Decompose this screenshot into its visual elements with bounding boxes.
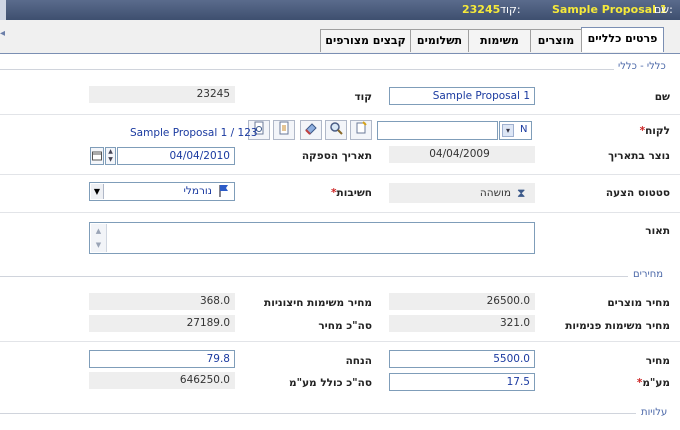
row-separator: [0, 114, 680, 115]
description-textarea[interactable]: ▲ ▼: [89, 222, 535, 254]
textarea-scrollbar[interactable]: ▲ ▼: [91, 224, 107, 252]
status-label: סטטוס הצעה: [605, 187, 670, 199]
tab-attachments[interactable]: קבצים מצורפים: [320, 29, 411, 52]
importance-label-text: חשיבות: [336, 187, 372, 199]
section-divider: [0, 69, 614, 70]
tab-label: פרטים כלליים: [587, 32, 658, 45]
importance-select[interactable]: ▼ נורמלי: [89, 182, 235, 201]
created-value: 04/04/2009: [389, 146, 535, 163]
customer-input[interactable]: [377, 121, 498, 140]
vat-label-text: מע"מ: [642, 377, 670, 389]
customer-combo-text: N: [520, 124, 528, 135]
chevron-down-icon[interactable]: ▾: [502, 124, 514, 137]
price-field[interactable]: 5500.0: [389, 350, 535, 368]
hourglass-icon: ⧗: [517, 186, 526, 200]
total-vat-value: 646250.0: [89, 372, 235, 389]
code-label: קוד: [354, 91, 372, 103]
tab-label: משימות: [480, 34, 519, 47]
tab-products[interactable]: מוצרים: [530, 29, 582, 52]
header-code-value: 23245: [462, 3, 501, 16]
eraser-icon[interactable]: [300, 120, 322, 140]
section-title-general: כללי - כללי: [618, 61, 666, 72]
tab-scroll-icon[interactable]: ◂: [0, 28, 5, 40]
title-bar-edge: [0, 0, 6, 20]
header-code-label: קוד:: [500, 3, 521, 16]
calendar-icon[interactable]: [90, 147, 104, 165]
created-label: נוצר בתאריך: [608, 150, 670, 162]
tab-payments[interactable]: תשלומים: [410, 29, 469, 52]
importance-label: *חשיבות: [300, 187, 372, 199]
external-tasks-label: מחיר משימות חיצוניות: [264, 297, 372, 309]
chevron-down-icon[interactable]: ▼: [91, 184, 104, 199]
description-label: תאור: [645, 225, 670, 237]
importance-value: נורמלי: [183, 185, 212, 197]
total-vat-label: סה"כ כולל מע"מ: [289, 377, 372, 389]
supply-date-field[interactable]: 04/04/2010: [117, 147, 235, 165]
discount-field[interactable]: 79.8: [89, 350, 235, 368]
row-separator: [0, 212, 680, 213]
vat-label: *מע"מ: [600, 377, 670, 389]
date-spinner[interactable]: ▲ ▼: [105, 147, 116, 165]
price-label: מחיר: [645, 355, 670, 367]
row-separator: [0, 341, 680, 342]
flag-icon: [218, 184, 230, 201]
discount-label: הנחה: [345, 355, 372, 367]
internal-tasks-label: מחיר משימות פנימיות: [565, 320, 670, 332]
section-title-prices: מחירים: [633, 269, 664, 280]
customer-link[interactable]: Sample Proposal 1 / 123: [130, 127, 258, 139]
customer-combo[interactable]: ▾ N: [499, 121, 532, 140]
customer-toolbar: [246, 120, 374, 142]
vat-field[interactable]: 17.5: [389, 373, 535, 391]
tab-label: מוצרים: [537, 34, 575, 47]
status-value: מושהה: [389, 183, 535, 203]
row-separator: [0, 174, 680, 175]
products-price-label: מחיר מוצרים: [607, 297, 670, 309]
products-price-value: 26500.0: [389, 293, 535, 310]
customer-label-text: לקוח: [645, 125, 670, 137]
name-label: שם: [654, 91, 670, 103]
internal-tasks-value: 321.0: [389, 315, 535, 332]
total-price-label: סה"כ מחיר: [318, 320, 372, 332]
external-tasks-value: 368.0: [89, 293, 235, 310]
tab-general-details[interactable]: פרטים כלליים: [581, 27, 664, 52]
search-icon[interactable]: [325, 120, 347, 140]
supply-date-label: תאריך הספקה: [301, 150, 372, 162]
section-title-costs: עלויות: [641, 407, 668, 418]
tab-label: קבצים מצורפים: [325, 34, 406, 47]
customer-label: *לקוח: [600, 125, 670, 137]
header-name-value: Sample Proposal 1: [552, 3, 668, 16]
section-divider: [0, 276, 628, 277]
document-icon[interactable]: [273, 120, 295, 140]
section-divider: [0, 413, 636, 414]
name-field[interactable]: Sample Proposal 1: [389, 87, 535, 105]
code-value: 23245: [89, 86, 235, 103]
tab-label: תשלומים: [416, 34, 463, 47]
tab-tasks[interactable]: משימות: [468, 29, 531, 52]
new-record-icon[interactable]: [350, 120, 372, 140]
header-name-label: שם:: [654, 3, 673, 16]
total-price-value: 27189.0: [89, 315, 235, 332]
